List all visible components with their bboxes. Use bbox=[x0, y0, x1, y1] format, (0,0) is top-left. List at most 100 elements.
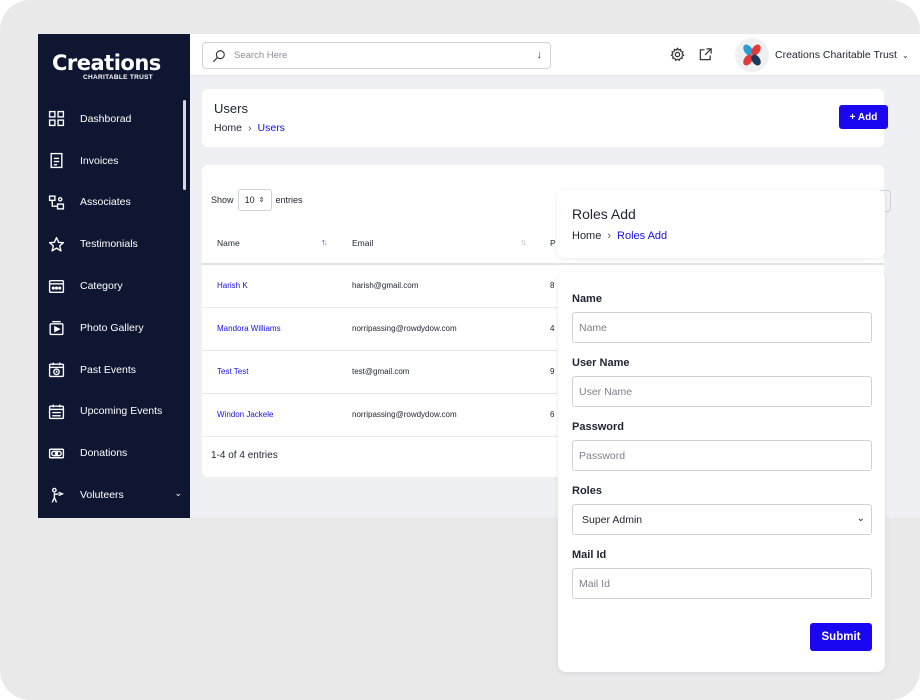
breadcrumb-home[interactable]: Home bbox=[572, 230, 601, 242]
dashboard-icon bbox=[48, 110, 65, 127]
logo-main-text: Creations bbox=[52, 51, 161, 75]
username-label: User Name bbox=[572, 357, 630, 369]
table-row-name[interactable]: Windon Jackele bbox=[217, 410, 273, 419]
column-header-name[interactable]: Name bbox=[217, 238, 240, 248]
column-header-email[interactable]: Email bbox=[352, 238, 373, 248]
page-size-select[interactable]: 10 ⇕ bbox=[237, 189, 272, 211]
page-title: Users bbox=[214, 101, 248, 116]
sidebar-item-label: Voluteers bbox=[80, 489, 124, 502]
name-label: Name bbox=[572, 293, 602, 305]
chevron-down-icon: ⌄ bbox=[901, 50, 909, 60]
table-row-email: harish@gmail.com bbox=[352, 281, 419, 290]
breadcrumb-separator-icon: › bbox=[607, 230, 612, 242]
sort-icon[interactable]: ↑↓ bbox=[520, 237, 527, 247]
breadcrumb: Home › Users bbox=[214, 122, 285, 134]
roles-select[interactable]: Super Admin ⌄ bbox=[572, 504, 872, 535]
table-row-email: norripassing@rowdydow.com bbox=[352, 410, 457, 419]
table-row-p: 8 bbox=[550, 281, 555, 290]
table-row-email: norripassing@rowdydow.com bbox=[352, 324, 457, 333]
roles-add-title: Roles Add bbox=[572, 206, 636, 222]
name-field[interactable] bbox=[572, 312, 872, 343]
sidebar-nav: Dashborad Invoices Associates Testimonia… bbox=[38, 98, 190, 516]
org-menu[interactable]: Creations Charitable Trust ⌄ bbox=[735, 38, 909, 72]
sidebar-item-label: Invoices bbox=[80, 154, 119, 167]
money-icon bbox=[48, 445, 65, 462]
sidebar-item-upcoming-events[interactable]: Upcoming Events bbox=[38, 391, 190, 433]
users-header-card: Users Home › Users + Add bbox=[202, 89, 888, 147]
logo[interactable]: Creations CHARITABLE TRUST bbox=[52, 52, 176, 86]
device-frame: Creations CHARITABLE TRUST Dashborad Inv… bbox=[0, 0, 920, 700]
header-divider bbox=[202, 263, 884, 265]
roles-label: Roles bbox=[572, 485, 602, 497]
show-label: Show bbox=[211, 195, 234, 205]
chevron-down-icon[interactable]: ⌄ bbox=[174, 488, 182, 499]
sidebar-item-label: Category bbox=[80, 280, 123, 293]
table-row-name[interactable]: Harish K bbox=[217, 281, 248, 290]
logo-sub-text: CHARITABLE TRUST bbox=[83, 74, 154, 81]
table-row-name[interactable]: Test Test bbox=[217, 367, 248, 376]
volunteer-icon bbox=[48, 487, 65, 504]
mail-label: Mail Id bbox=[572, 549, 607, 561]
sidebar-item-label: Photo Gallery bbox=[80, 321, 144, 334]
mail-field[interactable] bbox=[572, 568, 872, 599]
sidebar-item-label: Dashborad bbox=[80, 112, 132, 125]
breadcrumb-home[interactable]: Home bbox=[214, 122, 242, 134]
table-footer-info: 1-4 of 4 entries bbox=[211, 450, 278, 461]
roles-add-header-card: Roles Add Home › Roles Add bbox=[557, 190, 885, 258]
table-row-p: 6 bbox=[550, 410, 555, 419]
page-size-control: Show 10 ⇕ entries bbox=[211, 189, 303, 211]
sidebar: Creations CHARITABLE TRUST Dashborad Inv… bbox=[38, 34, 190, 518]
avatar bbox=[735, 38, 769, 72]
table-row-p: 9 bbox=[550, 367, 555, 376]
entries-label: entries bbox=[275, 195, 303, 205]
sidebar-item-category[interactable]: Category bbox=[38, 265, 190, 307]
add-user-button[interactable]: + Add bbox=[839, 105, 888, 129]
sidebar-item-label: Donations bbox=[80, 447, 128, 460]
page-size-value: 10 bbox=[244, 195, 255, 205]
sidebar-item-associates[interactable]: Associates bbox=[38, 182, 190, 224]
breadcrumb-current: Roles Add bbox=[617, 230, 668, 242]
org-logo-icon bbox=[743, 44, 761, 66]
breadcrumb-current: Users bbox=[257, 122, 285, 134]
sidebar-item-dashboard[interactable]: Dashborad bbox=[38, 98, 190, 140]
calendar-list-icon bbox=[48, 403, 65, 420]
chevron-down-icon: ⌄ bbox=[856, 513, 865, 524]
sidebar-item-volunteers[interactable]: Voluteers ⌄ bbox=[38, 474, 190, 516]
search-icon bbox=[212, 49, 225, 62]
select-caret-icon: ⇕ bbox=[258, 197, 265, 204]
external-link-icon[interactable] bbox=[698, 47, 713, 62]
roles-add-form: Name User Name Password Roles Super Admi… bbox=[558, 272, 885, 672]
table-row-email: test@gmail.com bbox=[352, 367, 410, 376]
sidebar-item-label: Associates bbox=[80, 196, 131, 209]
submit-button[interactable]: Submit bbox=[810, 623, 872, 651]
table-row-name[interactable]: Mandora Williams bbox=[217, 324, 281, 333]
gallery-icon bbox=[48, 319, 65, 336]
breadcrumb: Home › Roles Add bbox=[572, 230, 667, 242]
gear-icon[interactable] bbox=[670, 47, 685, 62]
topbar: ↓ Creations Charitable Trust ⌄ bbox=[190, 34, 920, 76]
sidebar-item-label: Past Events bbox=[80, 363, 137, 376]
calendar-clock-icon bbox=[48, 361, 65, 378]
roles-select-value: Super Admin bbox=[582, 513, 643, 526]
sidebar-item-photo-gallery[interactable]: Photo Gallery bbox=[38, 307, 190, 349]
arrow-down-icon[interactable]: ↓ bbox=[537, 49, 543, 61]
invoice-icon bbox=[48, 152, 65, 169]
sidebar-item-label: Upcoming Events bbox=[80, 405, 163, 418]
sidebar-item-past-events[interactable]: Past Events bbox=[38, 349, 190, 391]
search-input[interactable] bbox=[234, 50, 514, 61]
sidebar-item-testimonials[interactable]: Testimonials bbox=[38, 223, 190, 265]
column-header-p[interactable]: P bbox=[550, 238, 556, 248]
sort-icon[interactable]: ↑↓ bbox=[321, 237, 328, 247]
star-icon bbox=[48, 236, 65, 253]
associates-icon bbox=[48, 194, 65, 211]
sidebar-item-invoices[interactable]: Invoices bbox=[38, 140, 190, 182]
sidebar-item-donations[interactable]: Donations bbox=[38, 432, 190, 474]
username-field[interactable] bbox=[572, 376, 872, 407]
sidebar-item-label: Testimonials bbox=[80, 238, 138, 251]
password-field[interactable] bbox=[572, 440, 872, 471]
breadcrumb-separator-icon: › bbox=[248, 122, 252, 134]
password-label: Password bbox=[572, 421, 624, 433]
table-row-p: 4 bbox=[550, 324, 555, 333]
search-box[interactable]: ↓ bbox=[202, 42, 551, 69]
category-icon bbox=[48, 278, 65, 295]
